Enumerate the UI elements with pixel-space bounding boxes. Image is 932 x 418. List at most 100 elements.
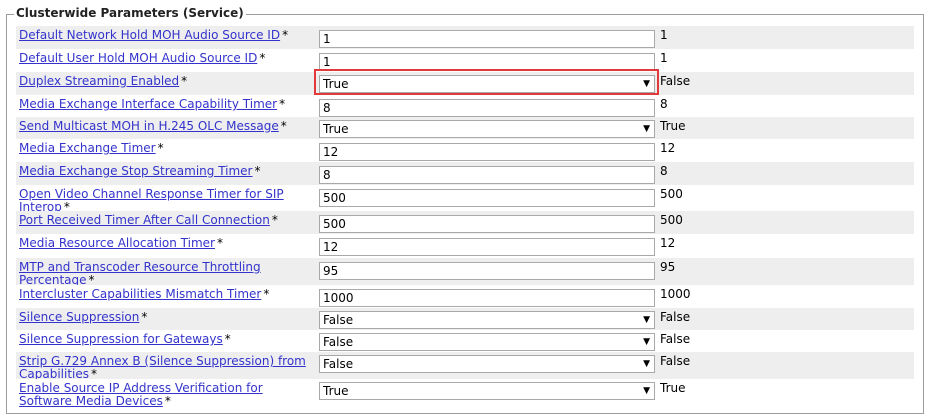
parameter-help-link[interactable]: Default User Hold MOH Audio Source ID [19,51,257,65]
parameter-help-link[interactable]: Port Received Timer After Call Connectio… [19,213,270,227]
parameter-select[interactable]: False ▼ [319,311,655,329]
parameter-row-enable-source-ip-address-verification-for-software-media-devices: Enable Source IP Address Verification fo… [16,379,914,408]
parameter-row-media-exchange-timer: Media Exchange Timer * 12 12 [16,139,914,162]
input-value: 500 [323,191,346,205]
default-value: 8 [660,164,668,178]
default-value: 12 [660,236,676,250]
parameter-help-link[interactable]: Enable Source IP Address Verification fo… [19,381,263,408]
parameter-input[interactable]: 1 [319,53,655,71]
parameter-row-media-exchange-interface-capability-timer: Media Exchange Interface Capability Time… [16,95,914,117]
required-asterisk: * [164,394,171,408]
parameter-help-link[interactable]: Media Exchange Timer [19,141,156,155]
parameter-row-media-exchange-stop-streaming-timer: Media Exchange Stop Streaming Timer * 8 8 [16,162,914,185]
selected-value: False [323,313,354,327]
selected-value: True [323,77,349,91]
parameter-help-link[interactable]: Media Exchange Stop Streaming Timer [19,164,253,178]
parameter-input[interactable]: 500 [319,189,655,207]
parameter-select[interactable]: False ▼ [319,355,655,373]
dropdown-arrow-icon[interactable]: ▼ [643,76,650,92]
dropdown-arrow-icon[interactable]: ▼ [643,356,650,372]
parameter-label: Strip G.729 Annex B (Silence Suppression… [19,355,316,381]
parameter-help-link[interactable]: Default Network Hold MOH Audio Source ID [19,28,280,42]
default-value: False [660,354,691,368]
selected-value: True [323,122,349,136]
required-asterisk: * [279,97,286,111]
required-asterisk: * [280,119,287,133]
parameter-input[interactable]: 500 [319,215,655,233]
parameter-label: MTP and Transcoder Resource Throttling P… [19,261,316,287]
parameter-help-link[interactable]: Open Video Channel Response Timer for SI… [19,187,284,214]
parameter-label: Default User Hold MOH Audio Source ID * [19,52,316,65]
parameter-row-port-received-timer-after-call-connection: Port Received Timer After Call Connectio… [16,211,914,234]
input-value: 95 [323,264,339,278]
parameter-row-duplex-streaming-enabled: Duplex Streaming Enabled * True ▼ False [16,72,914,95]
parameter-help-link[interactable]: MTP and Transcoder Resource Throttling P… [19,260,261,287]
parameter-label: Media Exchange Interface Capability Time… [19,98,316,111]
parameter-label: Port Received Timer After Call Connectio… [19,214,316,227]
parameter-label: Media Exchange Stop Streaming Timer * [19,165,316,178]
parameter-help-link[interactable]: Silence Suppression for Gateways [19,332,223,346]
default-value: 8 [660,97,668,111]
default-value: 12 [660,141,676,155]
parameter-help-link[interactable]: Intercluster Capabilities Mismatch Timer [19,287,261,301]
parameter-row-media-resource-allocation-timer: Media Resource Allocation Timer * 12 12 [16,234,914,258]
parameter-label: Intercluster Capabilities Mismatch Timer… [19,288,316,301]
default-value: 1 [660,51,668,65]
parameter-help-link[interactable]: Silence Suppression [19,310,139,324]
parameter-input[interactable]: 12 [319,238,655,256]
parameter-help-link[interactable]: Media Exchange Interface Capability Time… [19,97,277,111]
parameter-label: Enable Source IP Address Verification fo… [19,382,316,408]
parameter-row-send-multicast-moh-in-h-245-olc-message: Send Multicast MOH in H.245 OLC Message *… [16,117,914,139]
parameter-select[interactable]: True ▼ [319,382,655,400]
parameter-row-default-user-hold-moh-audio-source-id: Default User Hold MOH Audio Source ID * 1 1 [16,49,914,72]
parameter-input[interactable]: 12 [319,143,655,161]
section-title: Clusterwide Parameters (Service) [14,6,246,20]
parameter-select[interactable]: True ▼ [319,75,655,93]
parameter-row-open-video-channel-response-timer-for-sip-interop: Open Video Channel Response Timer for SI… [16,185,914,214]
dropdown-arrow-icon[interactable]: ▼ [643,334,650,350]
required-asterisk: * [282,28,289,42]
required-asterisk: * [224,332,231,346]
input-value: 1000 [323,291,354,305]
parameter-input[interactable]: 8 [319,166,655,184]
parameter-help-link[interactable]: Duplex Streaming Enabled [19,74,179,88]
dropdown-arrow-icon[interactable]: ▼ [643,121,650,137]
parameter-input[interactable]: 8 [319,99,655,117]
default-value: True [660,119,686,133]
parameter-help-link[interactable]: Media Resource Allocation Timer [19,236,215,250]
parameter-label: Silence Suppression for Gateways * [19,333,316,346]
parameter-input[interactable]: 1000 [319,289,655,307]
parameter-row-intercluster-capabilities-mismatch-timer: Intercluster Capabilities Mismatch Timer… [16,285,914,308]
parameter-label: Silence Suppression * [19,311,316,324]
dropdown-arrow-icon[interactable]: ▼ [643,383,650,399]
parameter-input[interactable]: 95 [319,262,655,280]
parameter-row-silence-suppression-for-gateways: Silence Suppression for Gateways * False ▼ F… [16,330,914,352]
parameter-label: Send Multicast MOH in H.245 OLC Message * [19,120,316,133]
selected-value: True [323,384,349,398]
parameter-select[interactable]: False ▼ [319,333,655,351]
parameter-label: Media Resource Allocation Timer * [19,237,316,250]
parameter-help-link[interactable]: Send Multicast MOH in H.245 OLC Message [19,119,279,133]
default-value: 95 [660,260,676,274]
parameter-label: Media Exchange Timer * [19,142,316,155]
default-value: False [660,74,691,88]
parameter-row-mtp-and-transcoder-resource-throttling-percentage: MTP and Transcoder Resource Throttling P… [16,258,914,287]
parameter-input[interactable]: 1 [319,30,655,48]
default-value: True [660,381,686,395]
input-value: 500 [323,217,346,231]
parameter-row-default-network-hold-moh-audio-source-id: Default Network Hold MOH Audio Source ID… [16,26,914,49]
input-value: 8 [323,168,331,182]
default-value: 500 [660,213,683,227]
parameter-select[interactable]: True ▼ [319,120,655,138]
default-value: 500 [660,187,683,201]
required-asterisk: * [157,141,164,155]
default-value: 1 [660,28,668,42]
parameter-help-link[interactable]: Strip G.729 Annex B (Silence Suppression… [19,354,306,381]
input-value: 8 [323,101,331,115]
parameter-label: Duplex Streaming Enabled * [19,75,316,88]
required-asterisk: * [259,51,266,65]
dropdown-arrow-icon[interactable]: ▼ [643,312,650,328]
parameter-row-silence-suppression: Silence Suppression * False ▼ False [16,308,914,330]
required-asterisk: * [254,164,261,178]
parameter-row-strip-g-729-annex-b-silence-suppression-from-capabilities: Strip G.729 Annex B (Silence Suppression… [16,352,914,381]
